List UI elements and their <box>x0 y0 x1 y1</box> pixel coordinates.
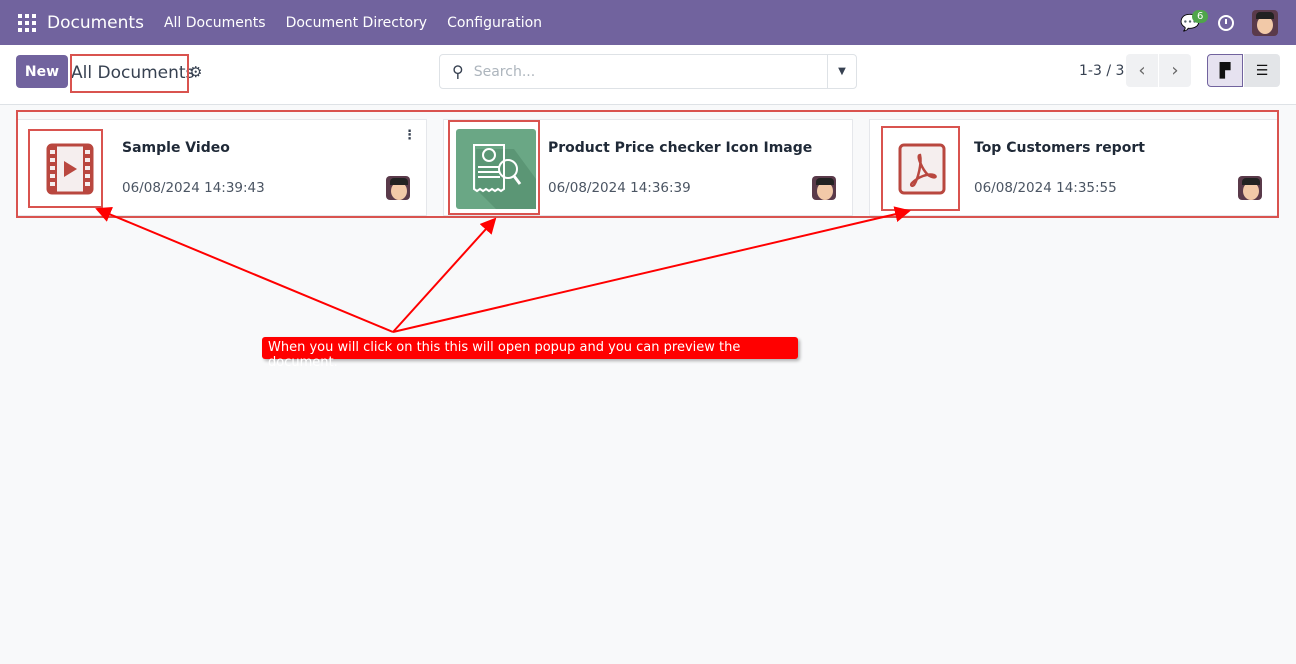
activity-clock-icon[interactable] <box>1218 15 1234 31</box>
apps-menu-icon[interactable] <box>18 13 36 32</box>
owner-avatar <box>812 176 836 200</box>
arrow-3 <box>392 206 911 333</box>
arrow-1 <box>95 206 394 333</box>
annotation-label: When you will click on this this will op… <box>262 337 798 370</box>
menu-document-directory[interactable]: Document Directory <box>286 15 428 31</box>
breadcrumb-title: All Documents <box>71 63 195 83</box>
pdf-icon[interactable] <box>882 129 962 209</box>
gear-icon[interactable]: ⚙ <box>189 63 202 81</box>
pager-next-button[interactable]: › <box>1159 54 1191 87</box>
owner-avatar <box>1238 176 1262 200</box>
control-panel: New All Documents ⚙ ⚲ ▼ 1-3 / 3 ‹ › ▛ ☰ <box>0 45 1296 105</box>
more-options-icon[interactable]: ⋮ <box>403 128 416 143</box>
messages-button[interactable]: 💬 6 <box>1180 10 1209 33</box>
document-title: Product Price checker Icon Image <box>548 140 813 156</box>
document-date: 06/08/2024 14:35:55 <box>974 180 1117 196</box>
new-button[interactable]: New <box>16 55 68 88</box>
menu-configuration[interactable]: Configuration <box>447 15 542 31</box>
search-input[interactable] <box>473 63 827 80</box>
document-date: 06/08/2024 14:39:43 <box>122 180 265 196</box>
search-options-dropdown[interactable]: ▼ <box>827 55 856 88</box>
document-card[interactable]: Product Price checker Icon Image 06/08/2… <box>443 119 853 216</box>
document-title: Top Customers report <box>974 140 1145 156</box>
document-card[interactable]: Top Customers report 06/08/2024 14:35:55 <box>869 119 1279 216</box>
owner-avatar <box>386 176 410 200</box>
user-avatar[interactable] <box>1252 10 1278 36</box>
top-navbar: Documents All Documents Document Directo… <box>0 0 1296 45</box>
app-name[interactable]: Documents <box>47 13 144 33</box>
messages-badge: 6 <box>1192 10 1209 23</box>
list-view-button[interactable]: ☰ <box>1244 54 1280 87</box>
image-thumbnail[interactable] <box>456 129 536 209</box>
menu-all-documents[interactable]: All Documents <box>164 15 266 31</box>
video-icon[interactable] <box>30 129 110 209</box>
document-card[interactable]: Sample Video 06/08/2024 14:39:43 ⋮ <box>17 119 427 216</box>
kanban-view-button[interactable]: ▛ <box>1207 54 1243 87</box>
pager-value[interactable]: 1-3 / 3 <box>1079 63 1124 79</box>
search-icon: ⚲ <box>452 62 464 81</box>
search-bar: ⚲ ▼ <box>439 54 857 89</box>
arrow-2 <box>392 217 497 333</box>
document-date: 06/08/2024 14:36:39 <box>548 180 691 196</box>
document-title: Sample Video <box>122 140 230 156</box>
pager-prev-button[interactable]: ‹ <box>1126 54 1158 87</box>
